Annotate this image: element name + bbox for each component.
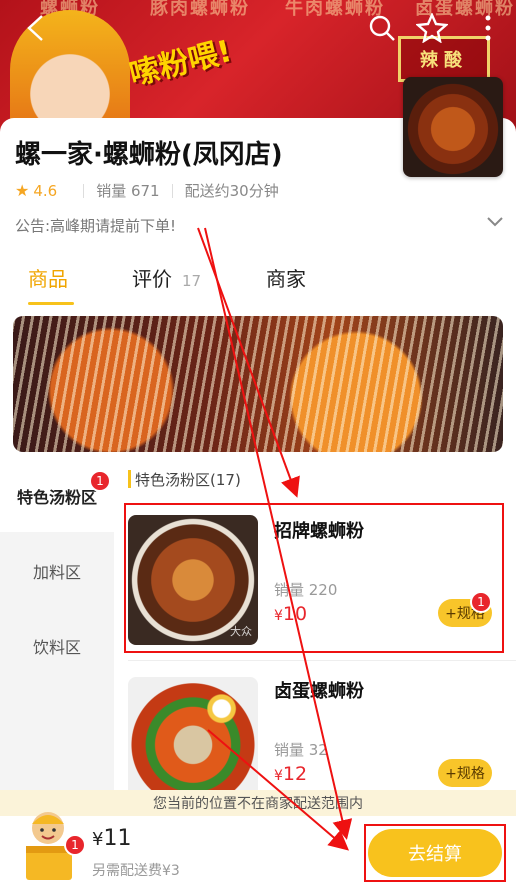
active-tab-indicator bbox=[28, 302, 74, 305]
store-name: 螺一家·螺蛳粉(凤冈店) bbox=[15, 140, 283, 170]
product-name: 卤蛋螺蛳粉 bbox=[274, 681, 364, 702]
divider bbox=[171, 183, 173, 198]
select-spec-button[interactable]: +规格 bbox=[438, 759, 492, 787]
store-sales: 销量 671 bbox=[96, 182, 160, 200]
tab-label: 评价 bbox=[132, 267, 172, 291]
delivery-fee-note: 另需配送费¥3 bbox=[92, 863, 180, 879]
promo-image[interactable] bbox=[13, 316, 503, 452]
banner-slogan: 嗦粉喂! bbox=[126, 33, 236, 93]
divider bbox=[83, 183, 85, 198]
divider bbox=[128, 660, 516, 661]
chevron-down-icon[interactable] bbox=[486, 214, 504, 228]
store-stats: ★ 4.6 销量 671 配送约30分钟 bbox=[15, 180, 279, 201]
currency-symbol: ¥ bbox=[92, 829, 104, 850]
category-label: 加料区 bbox=[32, 563, 81, 582]
rating-star-icon: ★ bbox=[15, 181, 30, 200]
category-item-toppings[interactable]: 加料区 bbox=[0, 535, 114, 607]
delivery-range-warning: 您当前的位置不在商家配送范围内 bbox=[0, 790, 516, 816]
product-image bbox=[128, 677, 258, 790]
annotation-highlight-box bbox=[364, 824, 506, 882]
tab-label: 商家 bbox=[266, 267, 306, 291]
tab-label: 商品 bbox=[28, 267, 68, 291]
more-button[interactable] bbox=[470, 10, 506, 46]
store-logo bbox=[403, 77, 503, 177]
delivery-time: 配送约30分钟 bbox=[184, 182, 279, 200]
store-notice[interactable]: 公告:高峰期请提前下单! bbox=[15, 215, 176, 236]
favorite-button[interactable] bbox=[414, 10, 450, 46]
cart-count-badge: 1 bbox=[64, 834, 86, 856]
star-icon bbox=[416, 13, 448, 43]
annotation-highlight-box bbox=[124, 503, 504, 653]
banner-stripe-text: 豚肉螺蛳粉 bbox=[150, 0, 250, 19]
cart-total-value: 11 bbox=[103, 826, 132, 851]
cart-total: ¥11 bbox=[92, 826, 131, 851]
tab-reviews[interactable]: 评价 17 bbox=[132, 263, 201, 292]
section-accent-bar bbox=[128, 470, 131, 488]
search-icon bbox=[369, 15, 395, 41]
back-arrow-icon bbox=[27, 15, 43, 41]
currency-symbol: ¥ bbox=[274, 768, 283, 784]
review-count: 17 bbox=[182, 272, 202, 290]
product-price: ¥12 bbox=[274, 763, 307, 785]
store-rating: 4.6 bbox=[33, 181, 58, 200]
category-menu: 特色汤粉区 加料区 饮料区 bbox=[0, 460, 114, 790]
category-count-badge: 1 bbox=[89, 470, 111, 492]
category-label: 饮料区 bbox=[32, 638, 81, 657]
category-item-drinks[interactable]: 饮料区 bbox=[0, 610, 114, 682]
more-icon bbox=[485, 15, 491, 41]
tab-products[interactable]: 商品 bbox=[28, 263, 68, 292]
section-title: 特色汤粉区(17) bbox=[135, 471, 241, 489]
product-sales: 销量 32 bbox=[274, 741, 328, 759]
category-label: 特色汤粉区 bbox=[16, 488, 97, 507]
price-value: 12 bbox=[282, 763, 308, 785]
search-button[interactable] bbox=[364, 10, 400, 46]
back-button[interactable] bbox=[18, 10, 54, 46]
store-tabs: 商品 评价 17 商家 bbox=[0, 253, 516, 309]
tab-merchant[interactable]: 商家 bbox=[266, 263, 306, 292]
